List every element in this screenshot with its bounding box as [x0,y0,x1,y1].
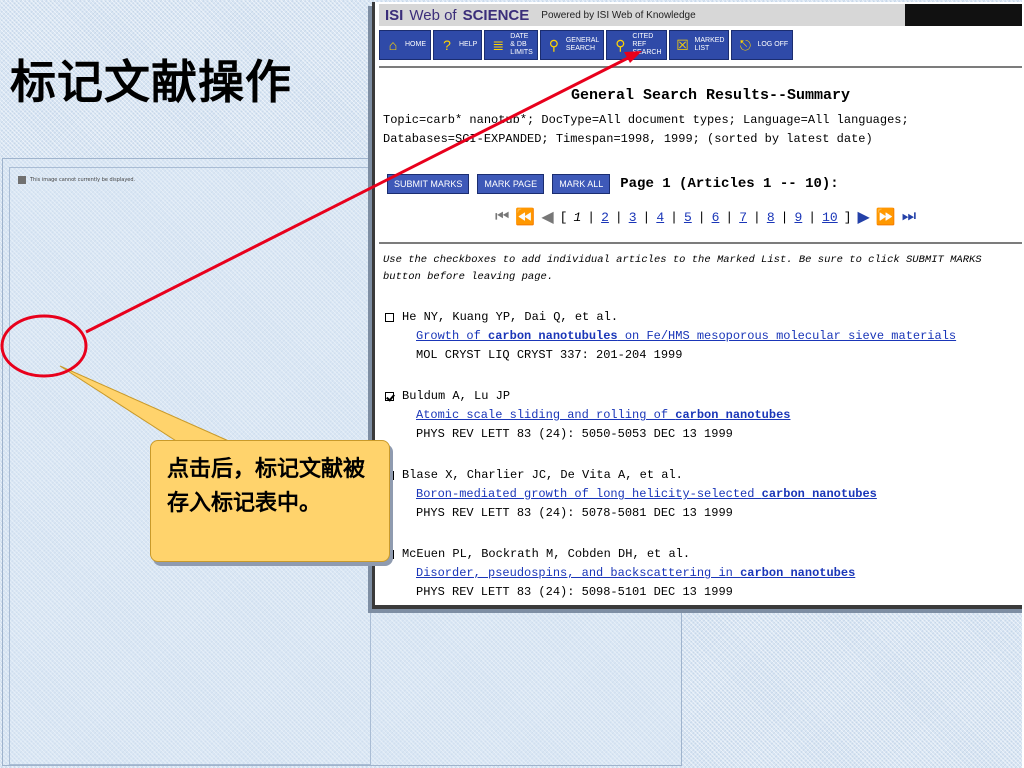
highlight-circle [0,314,88,378]
annotation-overlay [0,51,642,447]
annotation-arrow [85,54,633,334]
callout-tail [59,365,241,447]
callout-box: 点击后，标记文献被存入标记表中。 [150,440,390,562]
